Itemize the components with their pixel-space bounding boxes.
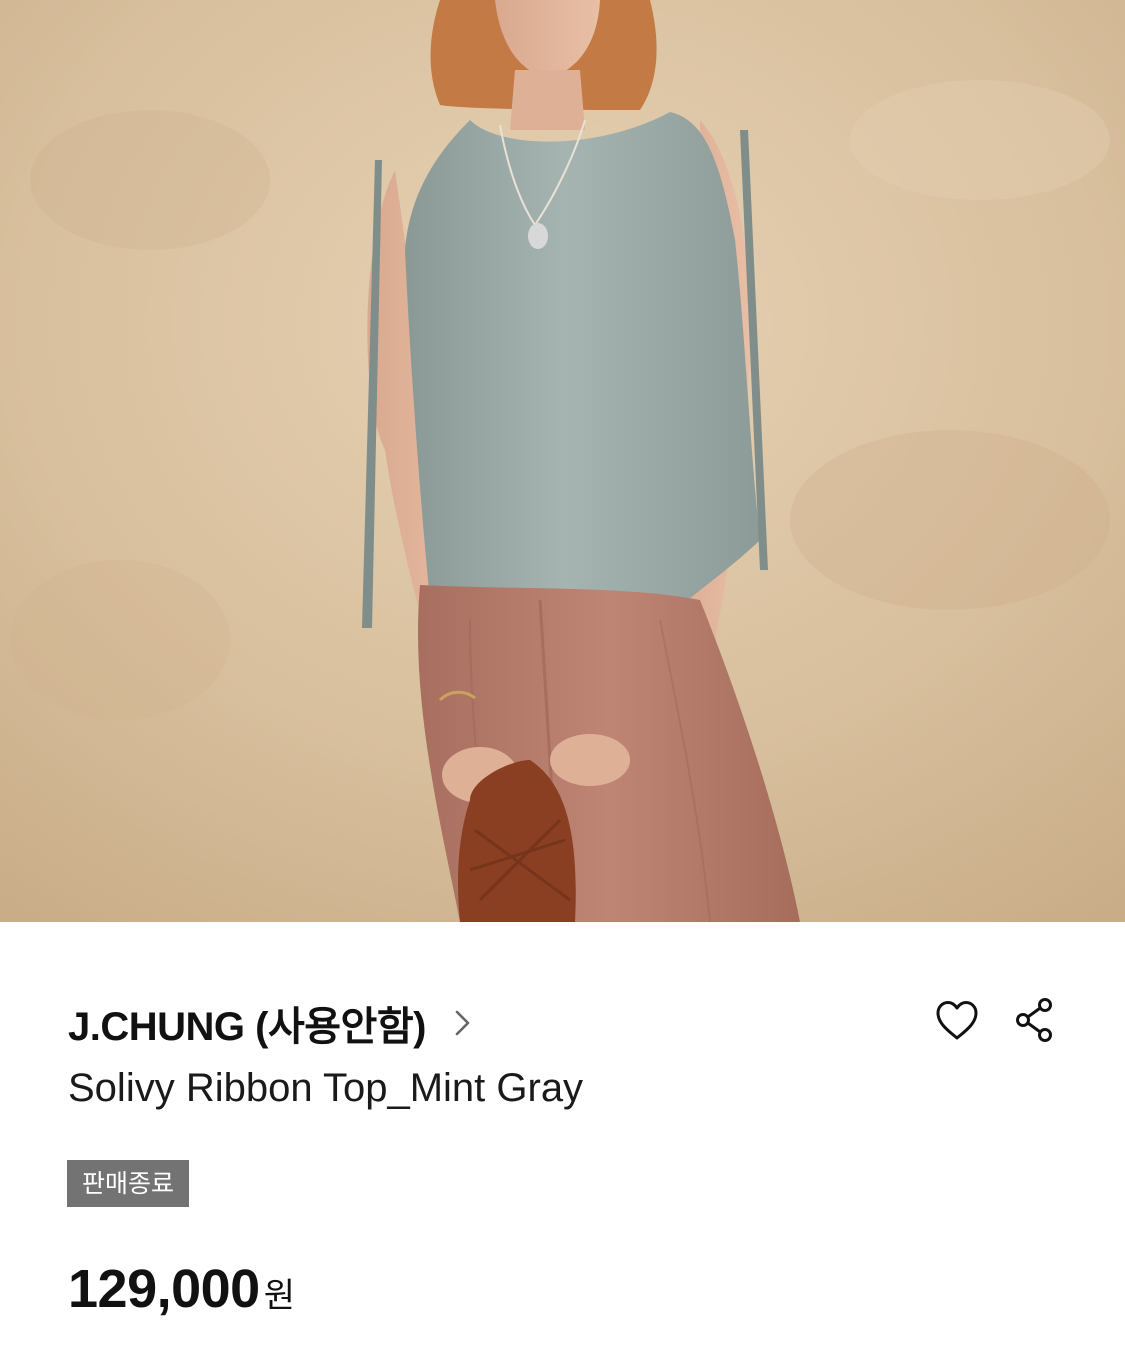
product-image[interactable] xyxy=(0,0,1125,922)
heart-icon xyxy=(936,1001,978,1040)
price-currency: 원 xyxy=(263,1276,295,1316)
product-info-panel: J.CHUNG (사용안함) Solivy Ribbon Top_Mint Gr… xyxy=(0,922,1125,1349)
chevron-right-icon xyxy=(452,1008,474,1038)
product-price: 129,000 원 xyxy=(68,1258,295,1320)
price-amount: 129,000 xyxy=(68,1259,260,1319)
product-actions xyxy=(933,996,1059,1044)
product-title: Solivy Ribbon Top_Mint Gray xyxy=(68,1066,584,1110)
product-photo xyxy=(0,0,1125,922)
share-button[interactable] xyxy=(1011,996,1059,1044)
wishlist-button[interactable] xyxy=(933,996,981,1044)
share-icon xyxy=(1016,998,1052,1042)
status-badge: 판매종료 xyxy=(67,1160,190,1207)
brand-link[interactable]: J.CHUNG (사용안함) xyxy=(68,994,474,1052)
brand-name: J.CHUNG (사용안함) xyxy=(68,1005,426,1049)
